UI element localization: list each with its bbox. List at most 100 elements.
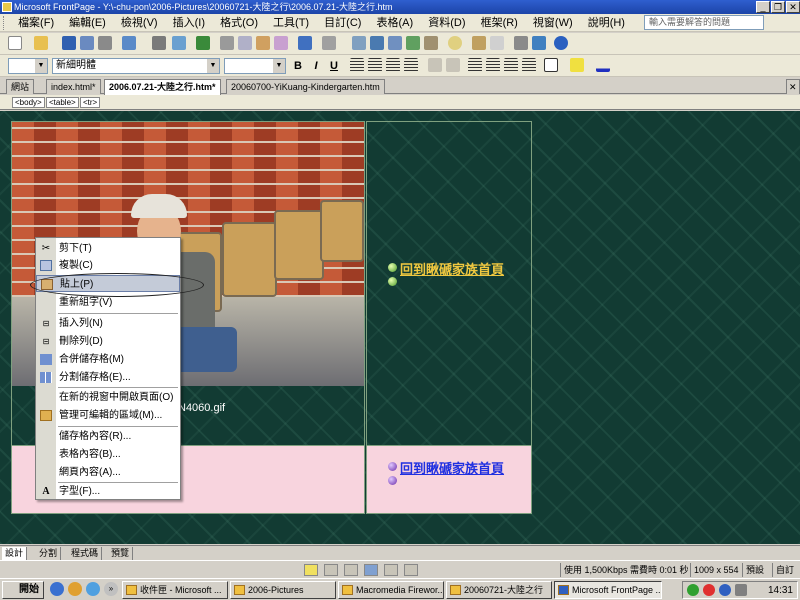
font-dropdown[interactable]: 新細明體 ▼ bbox=[52, 58, 220, 74]
task-fireworks[interactable]: Macromedia Firewor... bbox=[338, 581, 444, 599]
anchor-icon[interactable] bbox=[532, 36, 546, 50]
numbered-list-icon[interactable] bbox=[468, 58, 482, 72]
show-all-icon[interactable] bbox=[514, 36, 528, 50]
tab-code-view[interactable]: 程式碼 bbox=[68, 547, 103, 560]
increase-indent-icon[interactable] bbox=[522, 58, 536, 72]
menu-window[interactable]: 視窗(W) bbox=[527, 14, 579, 32]
align-center-icon[interactable] bbox=[368, 58, 382, 72]
quicklaunch-icon[interactable] bbox=[68, 582, 82, 596]
borders-icon[interactable] bbox=[544, 58, 558, 72]
decrease-font-icon[interactable] bbox=[446, 58, 460, 72]
tag-body[interactable]: <body> bbox=[12, 97, 45, 108]
menu-item-editable-regions[interactable]: 管理可編輯的區域(M)... bbox=[36, 407, 180, 424]
close-tab-icon[interactable]: ✕ bbox=[786, 79, 800, 94]
task-frontpage[interactable]: Microsoft FrontPage ... bbox=[554, 581, 662, 599]
menu-insert[interactable]: 插入(I) bbox=[167, 14, 211, 32]
task-trip-folder[interactable]: 20060721-大陸之行 bbox=[446, 581, 552, 599]
menu-format[interactable]: 格式(O) bbox=[214, 14, 264, 32]
tray-icon[interactable] bbox=[719, 584, 731, 596]
refresh-icon[interactable] bbox=[472, 36, 486, 50]
quicklaunch-icon[interactable] bbox=[86, 582, 100, 596]
task-inbox[interactable]: 收件匣 - Microsoft ... bbox=[122, 581, 228, 599]
layer-icon[interactable] bbox=[388, 36, 402, 50]
menu-frames[interactable]: 框架(R) bbox=[475, 14, 524, 32]
toolbar-grip[interactable] bbox=[3, 16, 6, 30]
menu-item-merge-cells[interactable]: 合併儲存格(M) bbox=[36, 351, 180, 368]
tab-kindergarten-page[interactable]: 20060700-YiKuang-Kindergarten.htm bbox=[226, 79, 385, 94]
status-icon[interactable] bbox=[364, 564, 378, 576]
menu-item-split-cells[interactable]: 分割儲存格(E)... bbox=[36, 369, 180, 386]
nav-link-home-top[interactable]: 回到瞅磃家族首頁 bbox=[400, 259, 504, 278]
new-page-icon[interactable] bbox=[8, 36, 22, 50]
font-size-dropdown[interactable]: ▼ bbox=[224, 58, 286, 74]
insert-picture-icon[interactable] bbox=[406, 36, 420, 50]
status-icon[interactable] bbox=[324, 564, 338, 576]
paste-toolbar-icon[interactable] bbox=[256, 36, 270, 50]
stop-icon[interactable] bbox=[490, 36, 504, 50]
undo-icon[interactable] bbox=[298, 36, 312, 50]
help-icon[interactable] bbox=[554, 36, 568, 50]
menu-item-cut[interactable]: ✂ 剪下(T) bbox=[36, 240, 180, 257]
copy-toolbar-icon[interactable] bbox=[238, 36, 252, 50]
hyperlink-icon[interactable] bbox=[448, 36, 462, 50]
publish-icon[interactable] bbox=[80, 36, 94, 50]
menu-item-copy[interactable]: 複製(C) bbox=[36, 257, 180, 274]
preview-browser-icon[interactable] bbox=[122, 36, 136, 50]
save-icon[interactable] bbox=[62, 36, 76, 50]
zoom-icon[interactable] bbox=[172, 36, 186, 50]
status-icon[interactable] bbox=[384, 564, 398, 576]
italic-button[interactable]: I bbox=[308, 58, 324, 74]
menu-view[interactable]: 檢視(V) bbox=[115, 14, 164, 32]
tab-preview[interactable]: 預覽 bbox=[108, 547, 134, 560]
menu-file[interactable]: 檔案(F) bbox=[12, 14, 60, 32]
web-component-icon[interactable] bbox=[352, 36, 366, 50]
insert-table-icon[interactable] bbox=[370, 36, 384, 50]
style-dropdown[interactable]: ▼ bbox=[8, 58, 48, 74]
start-button[interactable]: 開始 bbox=[2, 581, 44, 599]
decrease-indent-icon[interactable] bbox=[504, 58, 518, 72]
minimize-button[interactable]: _ bbox=[756, 1, 770, 13]
tab-index-html[interactable]: index.html* bbox=[46, 79, 101, 94]
menu-item-open-new-window[interactable]: 在新的視窗中開啟頁面(O) bbox=[36, 389, 180, 406]
tray-icon[interactable] bbox=[703, 584, 715, 596]
bold-button[interactable]: B bbox=[290, 58, 306, 74]
cut-icon[interactable] bbox=[220, 36, 234, 50]
menu-item-table-properties[interactable]: 表格內容(B)... bbox=[36, 446, 180, 463]
task-pictures-folder[interactable]: 2006-Pictures bbox=[230, 581, 336, 599]
tray-icon[interactable] bbox=[735, 584, 747, 596]
menu-item-page-properties[interactable]: 網頁內容(A)... bbox=[36, 464, 180, 481]
tab-current-page[interactable]: 2006.07.21-大陸之行.htm* bbox=[104, 79, 221, 95]
bulleted-list-icon[interactable] bbox=[486, 58, 500, 72]
tray-icon[interactable] bbox=[687, 584, 699, 596]
highlight-color-icon[interactable] bbox=[570, 58, 584, 72]
nav-link-home-bottom[interactable]: 回到瞅磃家族首頁 bbox=[400, 458, 504, 477]
tag-table[interactable]: <table> bbox=[46, 97, 79, 108]
justify-icon[interactable] bbox=[404, 58, 418, 72]
tab-split-view[interactable]: 分割 bbox=[36, 547, 62, 560]
tab-design-view[interactable]: 設計 bbox=[2, 547, 28, 560]
status-icon[interactable] bbox=[304, 564, 318, 576]
close-button[interactable]: ✕ bbox=[786, 1, 800, 13]
increase-font-icon[interactable] bbox=[428, 58, 442, 72]
status-icon[interactable] bbox=[344, 564, 358, 576]
restore-button[interactable]: ❐ bbox=[771, 1, 785, 13]
menu-item-delete-row[interactable]: ⊟ 刪除列(D) bbox=[36, 333, 180, 350]
menu-tools[interactable]: 工具(T) bbox=[267, 14, 315, 32]
nav-table-cell[interactable] bbox=[366, 121, 532, 454]
expand-icon[interactable]: » bbox=[104, 582, 118, 596]
print-icon[interactable] bbox=[98, 36, 112, 50]
menu-table[interactable]: 表格(A) bbox=[371, 14, 420, 32]
status-icon[interactable] bbox=[404, 564, 418, 576]
open-folder-icon[interactable] bbox=[34, 36, 48, 50]
spelling-icon[interactable] bbox=[196, 36, 210, 50]
menu-item-insert-row[interactable]: ⊟ 插入列(N) bbox=[36, 315, 180, 332]
font-color-icon[interactable] bbox=[596, 58, 610, 72]
menu-item-font[interactable]: A 字型(F)... bbox=[36, 483, 180, 500]
menu-data[interactable]: 資料(D) bbox=[422, 14, 471, 32]
help-search-input[interactable]: 輸入需要解答的問題 bbox=[644, 15, 764, 30]
print-preview-icon[interactable] bbox=[152, 36, 166, 50]
clock[interactable]: 14:31 bbox=[768, 583, 793, 599]
tag-tr[interactable]: <tr> bbox=[80, 97, 101, 108]
menu-edit[interactable]: 編輯(E) bbox=[63, 14, 112, 32]
format-painter-icon[interactable] bbox=[274, 36, 288, 50]
